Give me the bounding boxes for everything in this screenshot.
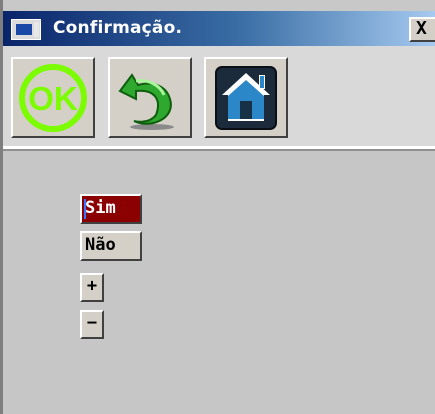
content-area [3, 151, 435, 414]
focus-cursor [84, 199, 86, 219]
ok-icon: OK [19, 64, 87, 132]
title-bar[interactable]: Confirmação. X [3, 11, 435, 46]
option-sim[interactable]: Sim [80, 194, 142, 224]
close-button[interactable]: X [409, 17, 435, 42]
home-button[interactable] [204, 57, 288, 138]
window-title: Confirmação. [53, 18, 183, 38]
ok-button[interactable]: OK [11, 57, 95, 138]
back-arrow-icon [118, 73, 174, 130]
increment-button[interactable]: + [80, 273, 104, 302]
option-nao[interactable]: Não [80, 231, 142, 261]
home-icon [215, 66, 277, 130]
decrement-button[interactable]: − [80, 310, 104, 339]
back-button[interactable] [108, 57, 192, 138]
app-icon [11, 19, 41, 40]
ok-icon-label: OK [28, 80, 78, 117]
